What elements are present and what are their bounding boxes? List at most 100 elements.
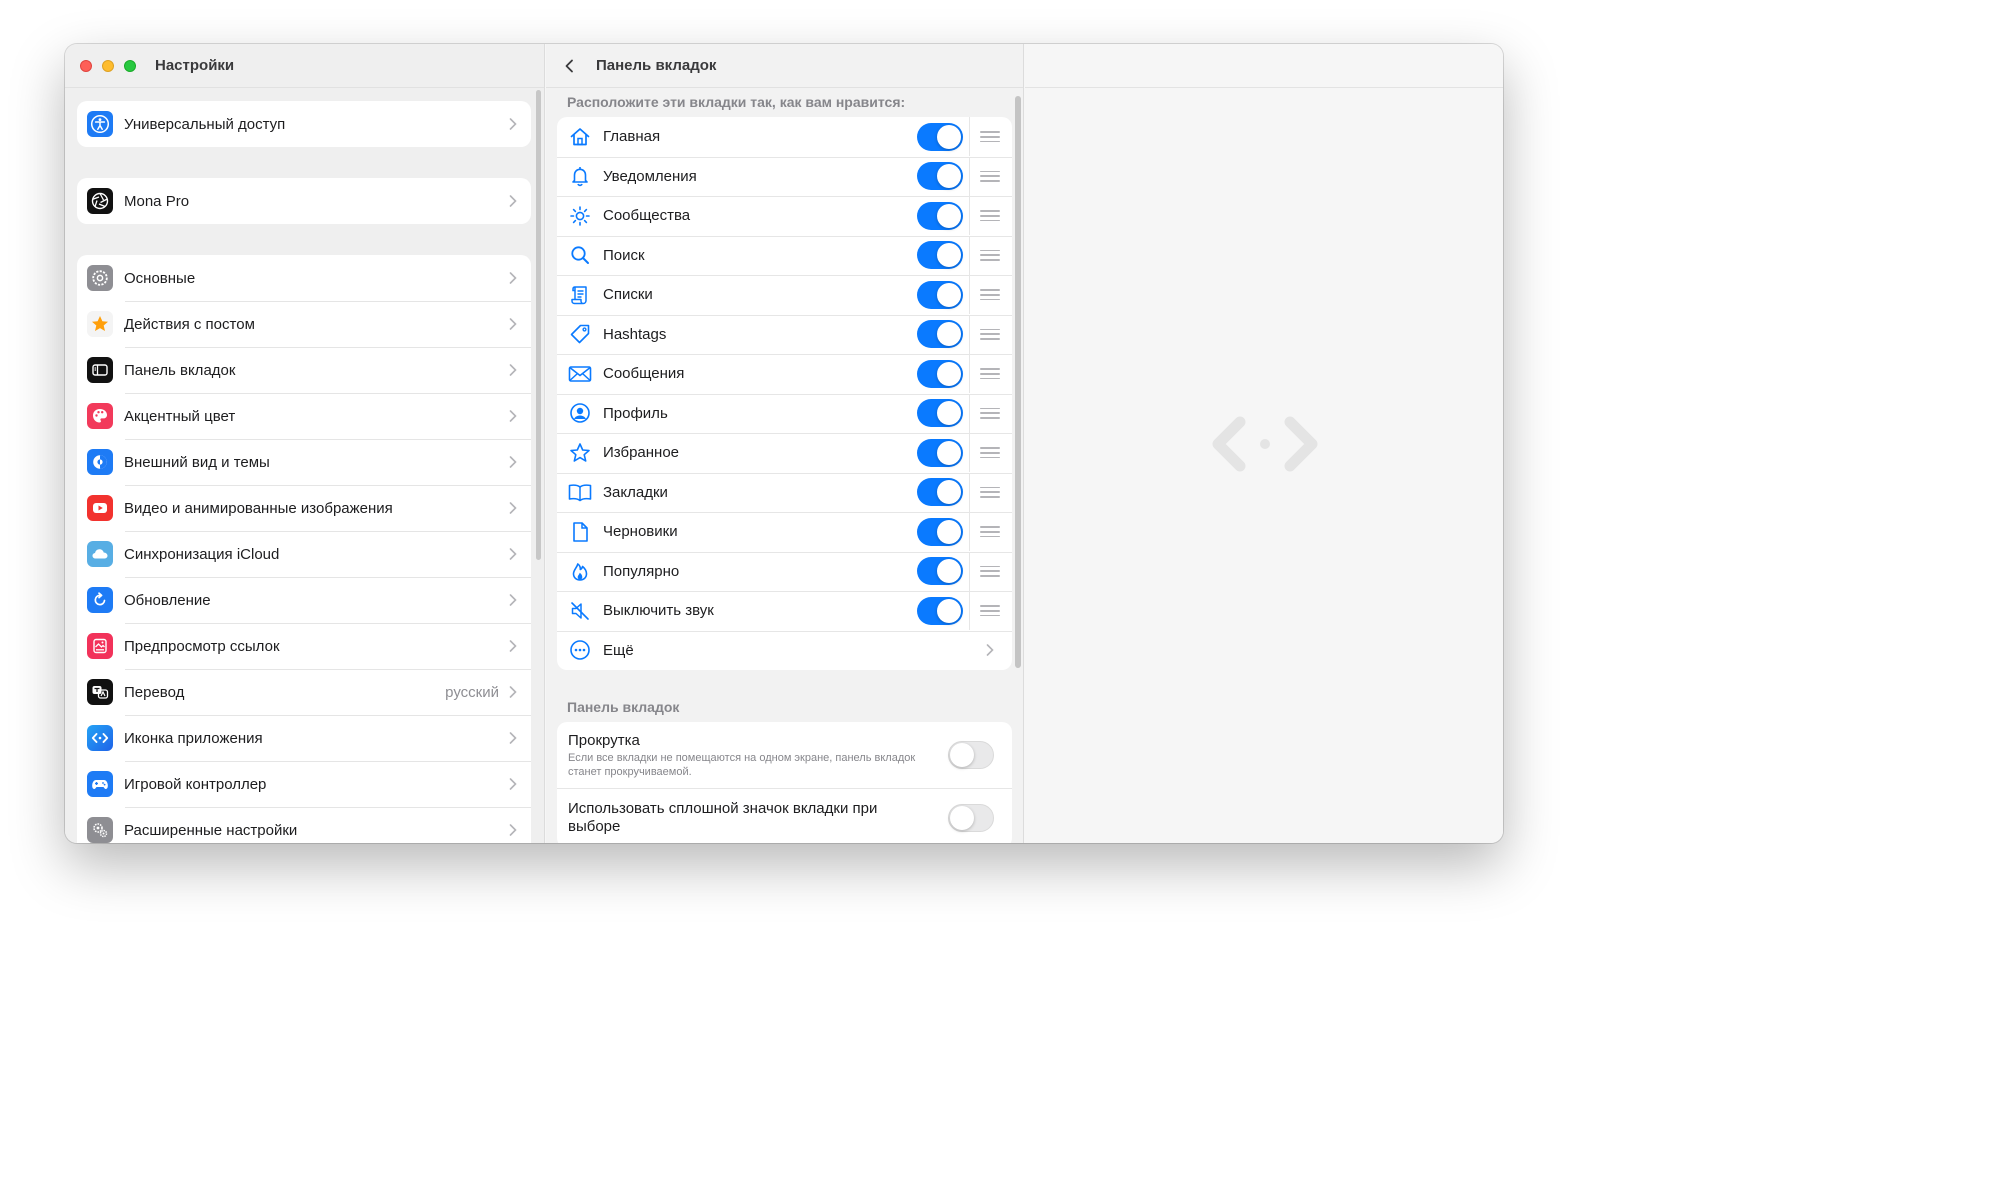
- chevron-right-icon: [503, 682, 523, 702]
- sidebar-item-appearance[interactable]: Внешний вид и темы: [77, 439, 531, 485]
- tab-toggle[interactable]: [917, 596, 963, 625]
- translate-icon: [87, 679, 113, 705]
- tab-toggle[interactable]: [917, 201, 963, 230]
- close-window-button[interactable]: [80, 60, 92, 72]
- minimize-window-button[interactable]: [102, 60, 114, 72]
- detail-scrollbar[interactable]: [1015, 96, 1021, 668]
- tab-toggle[interactable]: [917, 399, 963, 428]
- chevron-right-icon: [503, 314, 523, 334]
- drag-handle-icon[interactable]: [980, 289, 1000, 301]
- tab-toggle[interactable]: [917, 122, 963, 151]
- settings-sidebar: Настройки Универсальный доступ Mona Pro: [65, 44, 545, 843]
- tab-toggle[interactable]: [917, 478, 963, 507]
- tab-toggle[interactable]: [917, 517, 963, 546]
- sidebar-item-update[interactable]: Обновление: [77, 577, 531, 623]
- drag-handle-icon[interactable]: [980, 328, 1000, 340]
- sidebar-item-label: Действия с постом: [124, 315, 255, 333]
- sidebar-item-icloud-sync[interactable]: Синхронизация iCloud: [77, 531, 531, 577]
- sidebar-item-mona-pro[interactable]: Mona Pro: [77, 178, 531, 224]
- tab-toggle[interactable]: [917, 438, 963, 467]
- drag-handle-icon[interactable]: [980, 210, 1000, 222]
- tabs-list: Главная Уведомления Сообщества Поиск Спи…: [557, 117, 1012, 670]
- sidebar-item-label: Панель вкладок: [124, 361, 236, 379]
- tab-bar-settings-pane: Панель вкладок Расположите эти вкладки т…: [546, 44, 1024, 843]
- tab-toggle[interactable]: [917, 359, 963, 388]
- drag-handle-icon[interactable]: [980, 526, 1000, 538]
- tab-bar-options: Прокрутка Если все вкладки не помещаются…: [557, 722, 1012, 843]
- drag-handle-icon[interactable]: [980, 447, 1000, 459]
- sidebar-item-tab-bar[interactable]: Панель вкладок: [77, 347, 531, 393]
- sidebar-item-video[interactable]: Видео и анимированные изображения: [77, 485, 531, 531]
- sidebar-item-label: Синхронизация iCloud: [124, 545, 280, 563]
- tab-label: Выключить звук: [603, 602, 714, 620]
- envelope-icon: [567, 361, 593, 387]
- sidebar-item-post-actions[interactable]: Действия с постом: [77, 301, 531, 347]
- speaker-muted-icon: [567, 598, 593, 624]
- sidebar-item-translation[interactable]: Перевод русский: [77, 669, 531, 715]
- chevron-right-icon: [980, 640, 1000, 660]
- drag-handle-icon[interactable]: [980, 249, 1000, 261]
- sun-icon: [567, 203, 593, 229]
- sidebar-item-label: Основные: [124, 269, 196, 287]
- chevron-left-icon: [565, 59, 573, 73]
- chevron-right-icon: [503, 114, 523, 134]
- sidebar-item-app-icon[interactable]: Иконка приложения: [77, 715, 531, 761]
- tab-toggle[interactable]: [917, 557, 963, 586]
- window-title: Настройки: [155, 57, 235, 74]
- option-title: Прокрутка: [568, 731, 640, 749]
- refresh-icon: [87, 587, 113, 613]
- chevron-right-icon: [503, 820, 523, 840]
- tab-row-notifications: Уведомления: [557, 156, 1012, 197]
- sidebar-item-game-controller[interactable]: Игровой контроллер: [77, 761, 531, 807]
- drag-handle-icon[interactable]: [980, 407, 1000, 419]
- sidebar-scrollbar[interactable]: [536, 90, 541, 560]
- sidebar-item-advanced[interactable]: Расширенные настройки: [77, 807, 531, 843]
- drag-handle-icon[interactable]: [980, 565, 1000, 577]
- accessibility-icon: [87, 111, 113, 137]
- palette-icon: [87, 403, 113, 429]
- tab-toggle[interactable]: [917, 162, 963, 191]
- sidebar-item-label: Игровой контроллер: [124, 775, 267, 793]
- drag-handle-icon[interactable]: [980, 131, 1000, 143]
- star-outline-icon: [567, 440, 593, 466]
- drag-handle-icon[interactable]: [980, 486, 1000, 498]
- drag-handle-icon[interactable]: [980, 605, 1000, 617]
- drag-handle-icon[interactable]: [980, 368, 1000, 380]
- tab-toggle[interactable]: [917, 241, 963, 270]
- tab-bar-section-label: Панель вкладок: [567, 699, 680, 715]
- sidebar-item-link-preview[interactable]: Предпросмотр ссылок: [77, 623, 531, 669]
- tab-toggle[interactable]: [917, 320, 963, 349]
- gears-icon: [87, 817, 113, 843]
- back-button[interactable]: [560, 56, 580, 76]
- tab-row-more[interactable]: Ещё: [557, 630, 1012, 671]
- cloud-icon: [87, 541, 113, 567]
- drag-handle-icon[interactable]: [980, 170, 1000, 182]
- tab-label: Сообщения: [603, 365, 685, 383]
- tab-toggle[interactable]: [917, 280, 963, 309]
- star-icon: [87, 311, 113, 337]
- tab-row-home: Главная: [557, 117, 1012, 157]
- tab-row-search: Поиск: [557, 235, 1012, 276]
- scrolling-toggle[interactable]: [948, 741, 994, 769]
- scroll-list-icon: [567, 282, 593, 308]
- sidebar-item-accessibility[interactable]: Универсальный доступ: [77, 101, 531, 147]
- zoom-window-button[interactable]: [124, 60, 136, 72]
- tab-row-messages: Сообщения: [557, 354, 1012, 394]
- detail-title: Панель вкладок: [596, 57, 717, 74]
- sidebar-item-label: Универсальный доступ: [124, 115, 286, 133]
- chevron-right-icon: [503, 636, 523, 656]
- app-logo-watermark-icon: [1212, 416, 1318, 472]
- tab-label: Списки: [603, 286, 653, 304]
- tab-row-bookmarks: Закладки: [557, 472, 1012, 513]
- sidebar-item-accent-color[interactable]: Акцентный цвет: [77, 393, 531, 439]
- tab-row-communities: Сообщества: [557, 196, 1012, 236]
- sidebar-item-label: Расширенные настройки: [124, 821, 298, 839]
- tab-row-favorites: Избранное: [557, 433, 1012, 473]
- sidebar-item-general[interactable]: Основные: [77, 255, 531, 301]
- sidebar-item-label: Mona Pro: [124, 192, 190, 210]
- sidebar-item-label: Видео и анимированные изображения: [124, 499, 393, 517]
- solid-icon-toggle[interactable]: [948, 804, 994, 832]
- tab-label: Закладки: [603, 483, 668, 501]
- option-solid-icon: Использовать сплошной значок вкладки при…: [557, 788, 1012, 843]
- flame-icon: [567, 558, 593, 584]
